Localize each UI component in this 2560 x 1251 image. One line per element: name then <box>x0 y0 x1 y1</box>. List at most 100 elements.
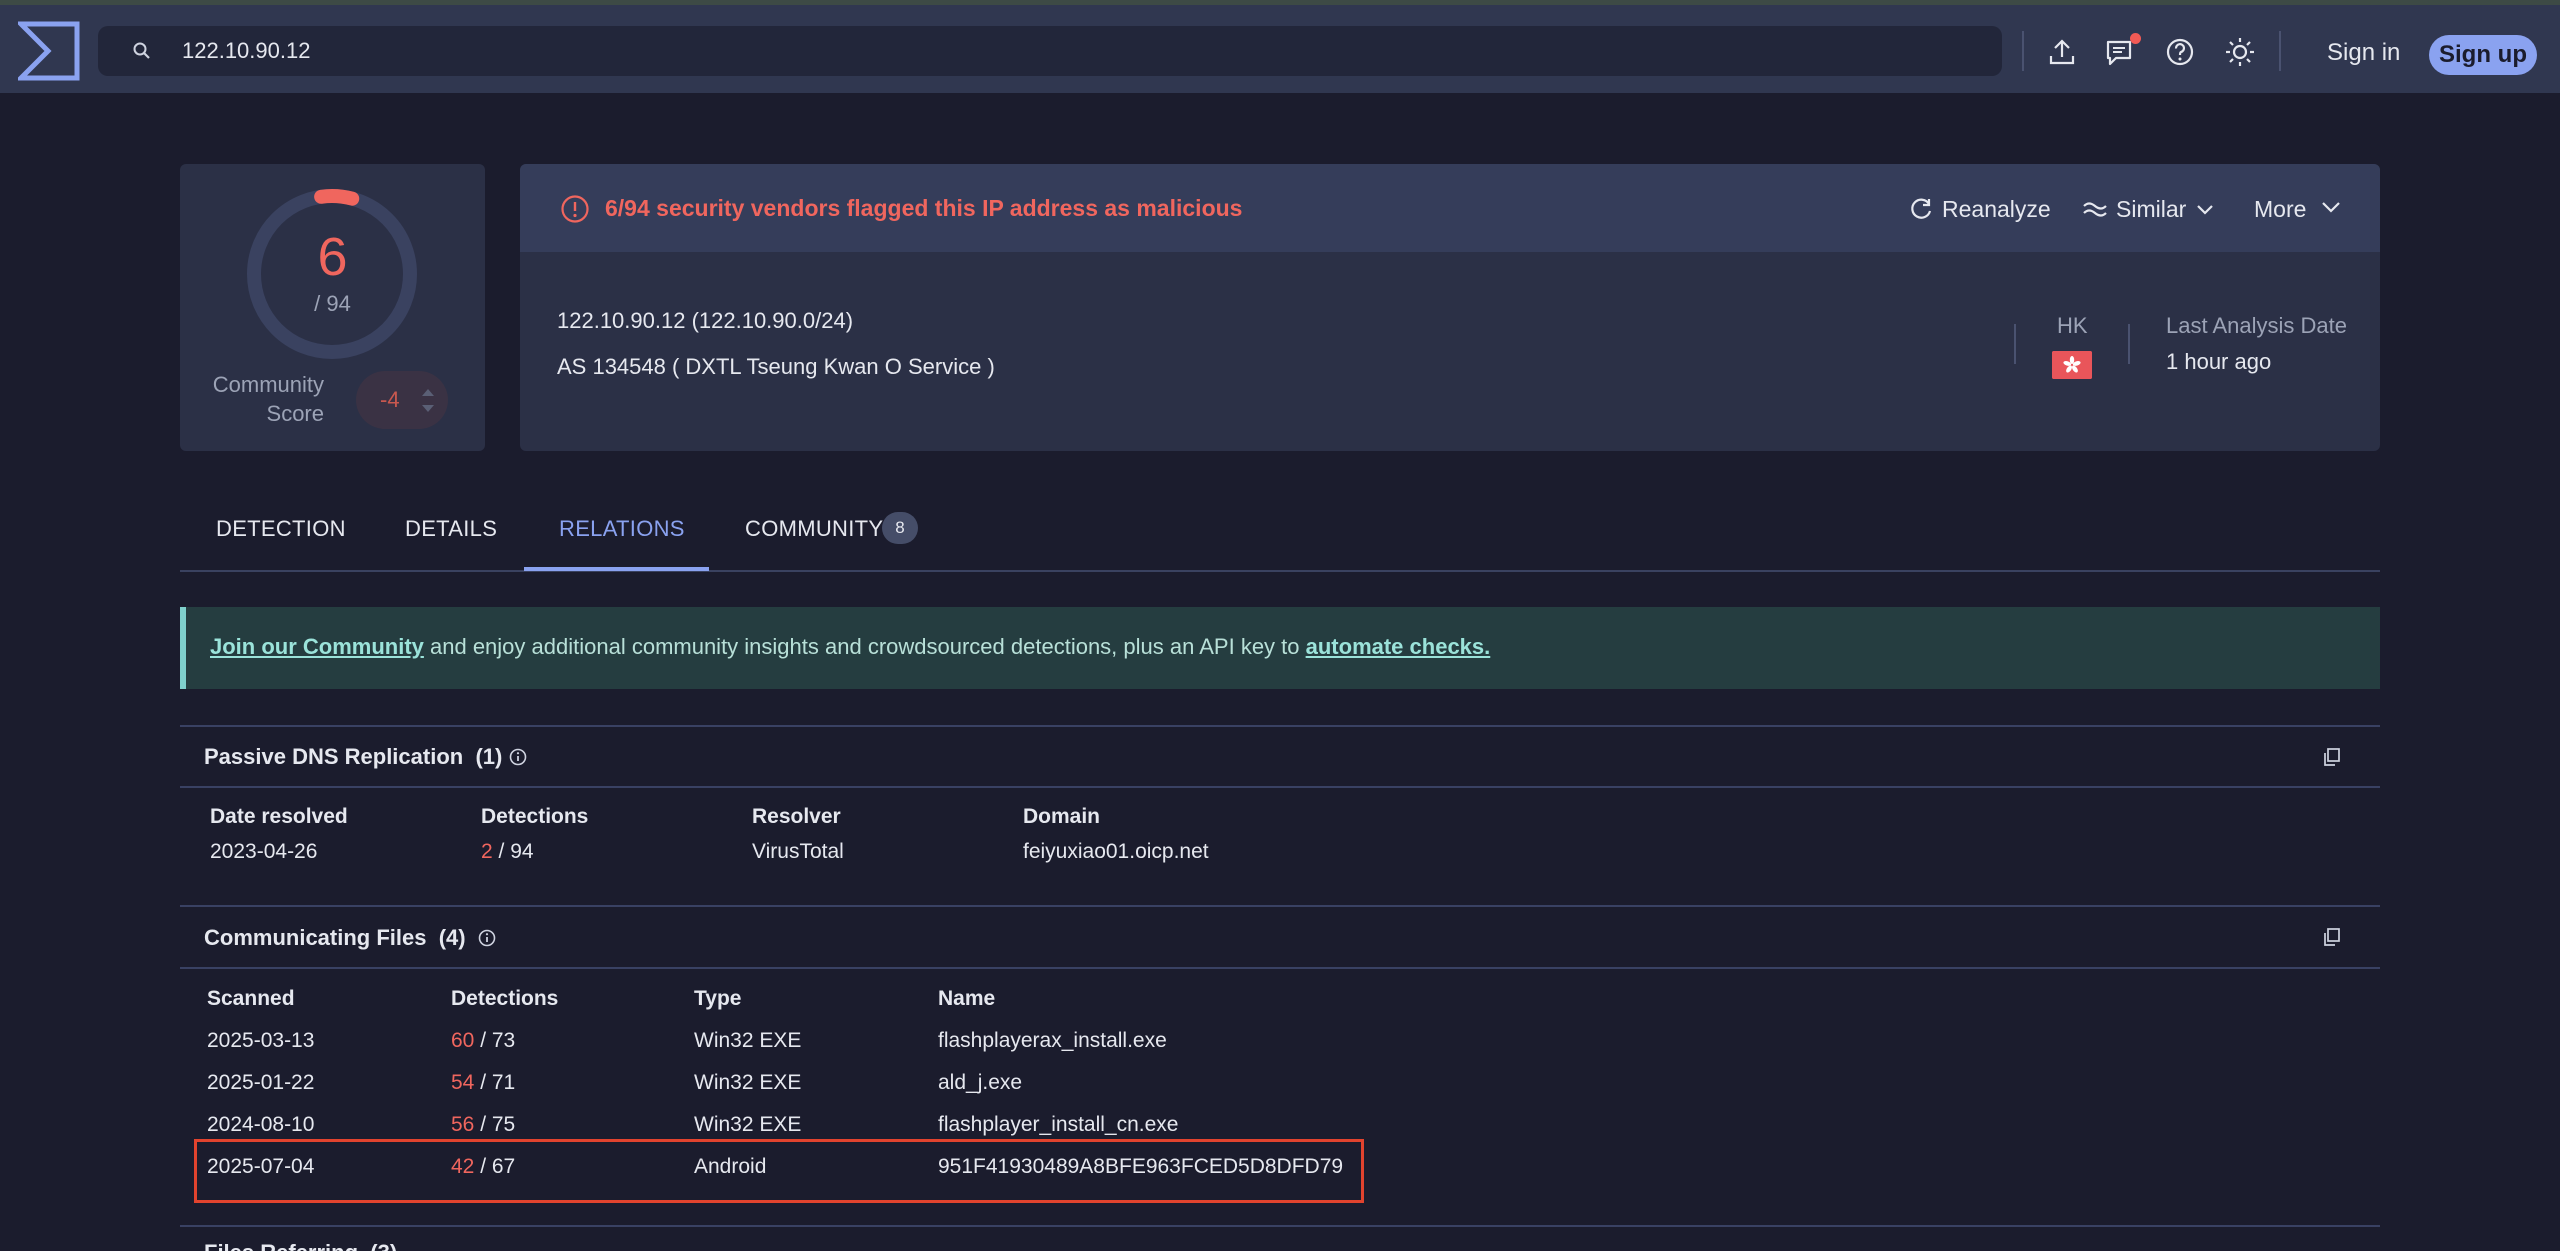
file-row-det-pos: 60 <box>451 1029 475 1052</box>
copy-icon[interactable] <box>2322 927 2342 947</box>
chevron-down-icon[interactable] <box>2318 194 2344 220</box>
copy-icon[interactable] <box>2322 747 2342 767</box>
tabs-divider <box>180 570 2380 572</box>
file-row-type: Win32 EXE <box>694 1029 802 1052</box>
search-bar[interactable]: 122.10.90.12 <box>98 26 2002 76</box>
search-icon <box>133 42 150 59</box>
hong-kong-flag-icon <box>2052 351 2092 379</box>
file-row-scanned: 2025-03-13 <box>207 1029 315 1052</box>
upload-icon[interactable] <box>2046 36 2078 68</box>
reanalyze-icon[interactable] <box>1908 196 1934 222</box>
files-header-detections: Detections <box>451 987 559 1010</box>
vote-down-icon[interactable] <box>422 405 434 412</box>
vote-up-icon[interactable] <box>422 389 434 396</box>
highlighted-row-box <box>194 1139 1364 1203</box>
section-divider <box>180 905 2380 907</box>
dns-row-det-pos: 2 <box>481 840 493 863</box>
sign-up-button[interactable]: Sign up <box>2429 35 2537 75</box>
last-analysis-label: Last Analysis Date <box>2166 313 2347 338</box>
info-divider <box>2128 324 2130 364</box>
info-icon[interactable] <box>509 748 527 766</box>
alert-circle-icon <box>561 195 589 223</box>
info-divider <box>2014 324 2016 364</box>
tab-details[interactable]: DETAILS <box>405 516 497 542</box>
detection-total: / 94 <box>314 291 351 316</box>
file-row-name[interactable]: flashplayer_install_cn.exe <box>938 1113 1178 1137</box>
file-row-detections: 54 / 71 <box>451 1071 515 1095</box>
file-row-det-total: / 73 <box>474 1029 516 1052</box>
banner-middle-text: and enjoy additional community insights … <box>423 634 1306 659</box>
passive-dns-count: (1) <box>475 744 503 769</box>
community-count-badge: 8 <box>882 512 918 544</box>
virustotal-logo-icon[interactable] <box>18 21 80 81</box>
alert-header: 6/94 security vendors flagged this IP ad… <box>520 164 2380 252</box>
chevron-down-icon[interactable] <box>2192 196 2218 222</box>
detection-score-card: 6 / 94 Community Score -4 <box>180 164 485 451</box>
last-analysis-value: 1 hour ago <box>2166 349 2272 374</box>
section-divider <box>180 967 2380 969</box>
file-row-type: Win32 EXE <box>694 1071 802 1094</box>
banner-accent-bar <box>180 607 186 689</box>
community-score-widget[interactable]: -4 <box>356 371 448 429</box>
passive-dns-title: Passive DNS Replication (1) <box>204 744 502 770</box>
banner-text: Join our Community and enjoy additional … <box>210 634 1490 660</box>
file-row-scanned: 2024-08-10 <box>207 1113 315 1136</box>
automate-checks-link[interactable]: automate checks. <box>1306 634 1491 659</box>
ip-info-card: 6/94 security vendors flagged this IP ad… <box>520 164 2380 451</box>
files-header-name: Name <box>938 987 996 1010</box>
communicating-files-count: (4) <box>438 925 466 950</box>
malicious-alert-text: 6/94 security vendors flagged this IP ad… <box>605 195 1243 221</box>
files-referring-count: (3) <box>370 1240 397 1251</box>
file-row-det-total: / 71 <box>474 1071 516 1094</box>
section-divider <box>180 1225 2380 1227</box>
detection-positives: 6 <box>317 227 348 287</box>
dns-header-domain: Domain <box>1023 805 1101 828</box>
dns-header-resolver: Resolver <box>752 805 841 828</box>
search-input[interactable]: 122.10.90.12 <box>182 38 310 64</box>
dns-row-detections: 2 / 94 <box>481 840 534 864</box>
files-header-scanned: Scanned <box>207 987 295 1010</box>
communicating-files-title-text: Communicating Files <box>204 925 427 950</box>
section-divider <box>180 786 2380 788</box>
dns-row-domain[interactable]: feiyuxiao01.oicp.net <box>1023 840 1209 864</box>
similar-button[interactable]: Similar <box>2116 196 2186 223</box>
toolbar-divider <box>2022 31 2024 71</box>
sign-in-link[interactable]: Sign in <box>2327 39 2400 67</box>
help-icon[interactable] <box>2164 36 2196 68</box>
join-community-link[interactable]: Join our Community <box>210 634 424 659</box>
file-row-det-pos: 54 <box>451 1071 475 1094</box>
dns-header-date: Date resolved <box>210 805 348 828</box>
files-header-type: Type <box>694 987 742 1010</box>
country-code: HK <box>2057 313 2088 338</box>
active-tab-indicator <box>524 567 709 571</box>
file-row-detections: 56 / 75 <box>451 1113 515 1137</box>
tab-relations[interactable]: RELATIONS <box>559 516 685 542</box>
dns-row-resolver: VirusTotal <box>752 840 844 863</box>
passive-dns-title-text: Passive DNS Replication <box>204 744 464 769</box>
file-row-name[interactable]: ald_j.exe <box>938 1071 1022 1095</box>
info-icon[interactable] <box>478 929 496 947</box>
communicating-files-title: Communicating Files (4) <box>204 925 466 951</box>
file-row-detections: 60 / 73 <box>451 1029 515 1053</box>
more-button[interactable]: More <box>2254 196 2306 223</box>
tab-detection[interactable]: DETECTION <box>216 516 346 542</box>
files-referring-title-text: Files Referring <box>204 1240 358 1251</box>
dns-row-date: 2023-04-26 <box>210 840 318 863</box>
tab-community[interactable]: COMMUNITY <box>745 516 883 542</box>
file-row-type: Win32 EXE <box>694 1113 802 1136</box>
file-row-scanned: 2025-01-22 <box>207 1071 315 1094</box>
reanalyze-button[interactable]: Reanalyze <box>1942 196 2051 223</box>
community-banner: Join our Community and enjoy additional … <box>180 607 2380 689</box>
top-navigation-bar: 122.10.90.12 Sign in Sign up <box>0 5 2560 93</box>
file-row-name[interactable]: flashplayerax_install.exe <box>938 1029 1167 1053</box>
community-score-value: -4 <box>380 387 400 412</box>
community-score-label: Community Score <box>212 372 324 426</box>
similar-icon[interactable] <box>2082 196 2108 222</box>
dns-header-detections: Detections <box>481 805 589 828</box>
dns-row-det-total: / 94 <box>492 840 534 863</box>
autonomous-system: AS 134548 ( DXTL Tseung Kwan O Service ) <box>557 354 995 379</box>
section-divider <box>180 725 2380 727</box>
theme-toggle-sun-icon[interactable] <box>2224 36 2256 68</box>
file-row-det-pos: 56 <box>451 1113 475 1136</box>
ip-address-range: 122.10.90.12 (122.10.90.0/24) <box>557 308 854 333</box>
